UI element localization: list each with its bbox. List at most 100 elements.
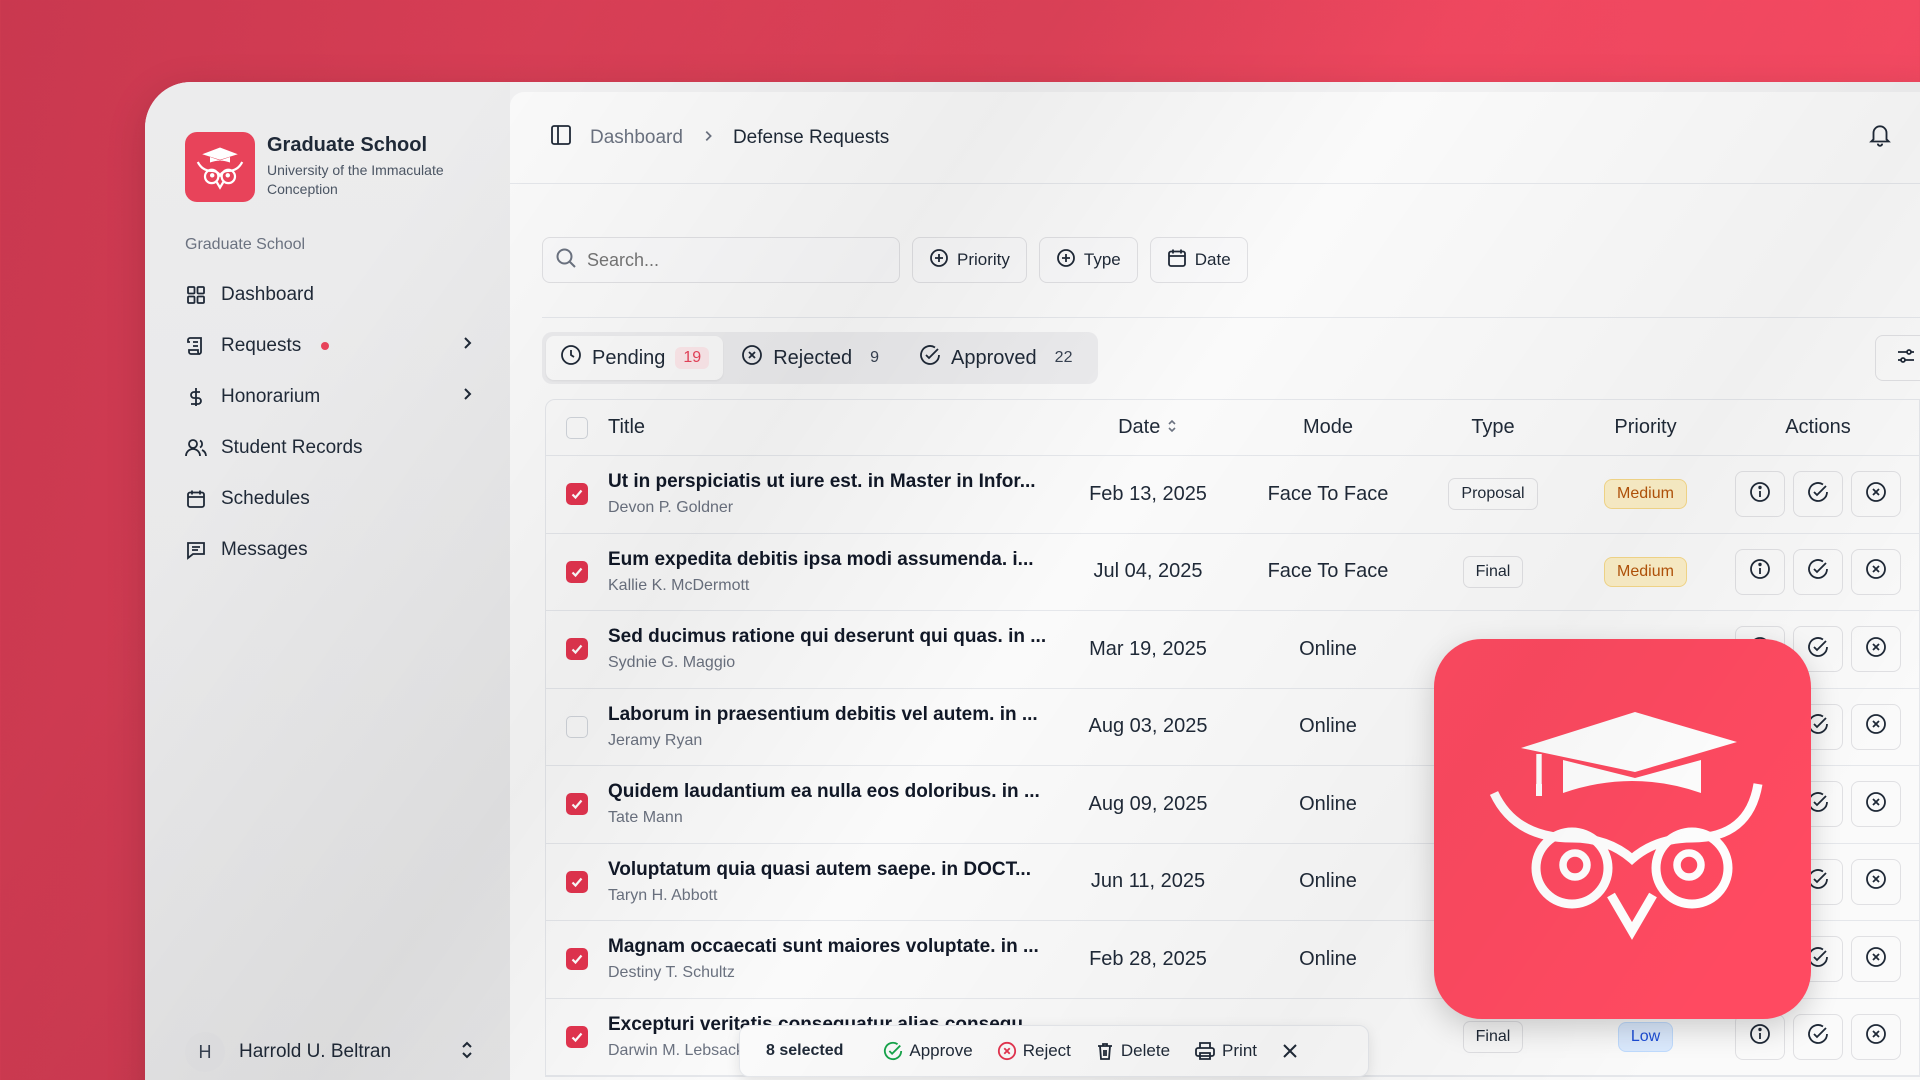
reject-row-button[interactable] bbox=[1851, 936, 1901, 983]
tab-count: 22 bbox=[1054, 349, 1073, 366]
sidebar-item-messages[interactable]: Messages bbox=[185, 524, 475, 575]
check-circle-icon bbox=[1807, 636, 1829, 663]
date-filter-label: Date bbox=[1194, 250, 1231, 269]
trash-icon bbox=[1097, 1043, 1112, 1060]
search-box[interactable] bbox=[542, 237, 900, 283]
request-mode: Online bbox=[1299, 792, 1357, 815]
sort-icon[interactable] bbox=[1166, 416, 1178, 438]
search-icon bbox=[555, 247, 577, 274]
select-all-checkbox[interactable] bbox=[566, 416, 588, 439]
info-button[interactable] bbox=[1735, 548, 1785, 595]
x-circle-icon bbox=[1865, 1023, 1887, 1050]
reject-row-button[interactable] bbox=[1851, 548, 1901, 595]
filter-bar: Priority Type Date bbox=[542, 237, 1248, 283]
request-mode: Online bbox=[1299, 637, 1357, 660]
priority-filter-button[interactable]: Priority bbox=[912, 237, 1027, 283]
row-checkbox[interactable] bbox=[566, 870, 588, 893]
type-badge: Final bbox=[1462, 555, 1524, 588]
row-checkbox[interactable] bbox=[566, 483, 588, 506]
sidebar-item-label: Dashboard bbox=[221, 283, 314, 305]
column-header-actions: Actions bbox=[1785, 416, 1851, 438]
sidebar-item-dashboard[interactable]: Dashboard bbox=[185, 269, 475, 320]
chevron-right-icon[interactable] bbox=[459, 386, 475, 408]
row-checkbox[interactable] bbox=[566, 793, 588, 816]
sidebar-item-requests[interactable]: Requests bbox=[185, 320, 475, 371]
clock-icon bbox=[560, 344, 582, 372]
chevron-right-icon[interactable] bbox=[459, 335, 475, 357]
type-badge: Proposal bbox=[1448, 478, 1538, 511]
reject-row-button[interactable] bbox=[1851, 1013, 1901, 1060]
approve-button[interactable]: Approve bbox=[883, 1041, 973, 1061]
approve-row-button[interactable] bbox=[1793, 548, 1843, 595]
column-header-date[interactable]: Date bbox=[1058, 416, 1238, 439]
tab-label: Rejected bbox=[773, 346, 853, 369]
tab-label: Pending bbox=[592, 346, 666, 369]
reject-row-button[interactable] bbox=[1851, 703, 1901, 750]
sidebar-item-student-records[interactable]: Student Records bbox=[185, 422, 475, 473]
reject-row-button[interactable] bbox=[1851, 781, 1901, 828]
brand-subtitle: University of the Immaculate Conception bbox=[267, 162, 444, 197]
row-checkbox[interactable] bbox=[566, 560, 588, 583]
breadcrumb-root[interactable]: Dashboard bbox=[590, 127, 683, 149]
type-filter-button[interactable]: Type bbox=[1038, 237, 1138, 283]
request-title[interactable]: Eum expedita debitis ipsa modi assumenda… bbox=[608, 549, 1048, 571]
info-button[interactable] bbox=[1735, 1013, 1785, 1060]
sidebar-item-honorarium[interactable]: Honorarium bbox=[185, 371, 475, 422]
close-selection-button[interactable] bbox=[1281, 1042, 1299, 1060]
x-circle-icon bbox=[1865, 481, 1887, 508]
sidebar-toggle-icon[interactable] bbox=[550, 124, 572, 152]
reject-row-button[interactable] bbox=[1851, 858, 1901, 905]
type-badge: Final bbox=[1462, 1020, 1524, 1053]
request-date: Feb 28, 2025 bbox=[1089, 947, 1207, 970]
users-icon bbox=[185, 437, 207, 459]
request-mode: Online bbox=[1299, 870, 1357, 893]
request-author: Tate Mann bbox=[608, 809, 683, 827]
request-title[interactable]: Ut in perspiciatis ut iure est. in Maste… bbox=[608, 471, 1048, 493]
table-row[interactable]: Eum expedita debitis ipsa modi assumenda… bbox=[546, 534, 1919, 611]
priority-badge: Medium bbox=[1604, 556, 1687, 587]
column-header-mode: Mode bbox=[1302, 416, 1354, 438]
approve-row-button[interactable] bbox=[1793, 1013, 1843, 1060]
approve-row-button[interactable] bbox=[1793, 471, 1843, 518]
reject-row-button[interactable] bbox=[1851, 626, 1901, 673]
chevron-up-down-icon[interactable] bbox=[459, 1040, 475, 1065]
tab-pending[interactable]: Pending 19 bbox=[546, 336, 724, 380]
request-title[interactable]: Voluptatum quia quasi autem saepe. in DO… bbox=[608, 859, 1048, 881]
request-title[interactable]: Quidem laudantium ea nulla eos doloribus… bbox=[608, 781, 1048, 803]
priority-filter-label: Priority bbox=[957, 250, 1010, 269]
brand[interactable]: Graduate School University of the Immacu… bbox=[185, 132, 467, 202]
delete-label: Delete bbox=[1120, 1041, 1171, 1060]
column-settings-button[interactable] bbox=[1875, 335, 1920, 381]
delete-button[interactable]: Delete bbox=[1095, 1041, 1170, 1061]
request-date: Feb 13, 2025 bbox=[1089, 482, 1207, 505]
tab-approved[interactable]: Approved 22 bbox=[905, 336, 1094, 380]
bell-icon[interactable] bbox=[1867, 122, 1893, 154]
request-date: Mar 19, 2025 bbox=[1089, 637, 1207, 660]
sidebar-item-schedules[interactable]: Schedules bbox=[185, 473, 475, 524]
request-author: Jeramy Ryan bbox=[608, 731, 703, 749]
row-checkbox[interactable] bbox=[566, 948, 588, 971]
row-checkbox[interactable] bbox=[566, 715, 588, 738]
row-checkbox[interactable] bbox=[566, 638, 588, 661]
table-row[interactable]: Ut in perspiciatis ut iure est. in Maste… bbox=[546, 456, 1919, 534]
print-button[interactable]: Print bbox=[1194, 1041, 1257, 1061]
request-title[interactable]: Laborum in praesentium debitis vel autem… bbox=[608, 704, 1048, 726]
user-menu[interactable]: H Harrold U. Beltran bbox=[185, 1032, 475, 1072]
tab-rejected[interactable]: Rejected 9 bbox=[727, 336, 901, 380]
sidebar-item-label: Messages bbox=[221, 538, 308, 560]
column-header-date-label: Date bbox=[1118, 416, 1161, 438]
tab-label: Approved bbox=[951, 346, 1037, 369]
row-checkbox[interactable] bbox=[566, 1025, 588, 1048]
request-date: Jul 04, 2025 bbox=[1093, 560, 1203, 583]
avatar: H bbox=[185, 1032, 225, 1072]
search-input[interactable] bbox=[587, 249, 877, 271]
sidebar-item-label: Honorarium bbox=[221, 385, 321, 407]
request-title[interactable]: Magnam occaecati sunt maiores voluptate.… bbox=[608, 936, 1048, 958]
plus-circle-icon bbox=[1056, 248, 1076, 273]
info-button[interactable] bbox=[1735, 471, 1785, 518]
date-filter-button[interactable]: Date bbox=[1149, 237, 1248, 283]
reject-button[interactable]: Reject bbox=[997, 1041, 1071, 1061]
request-title[interactable]: Sed ducimus ratione qui deserunt qui qua… bbox=[608, 626, 1048, 648]
request-date: Jun 11, 2025 bbox=[1090, 870, 1206, 893]
reject-row-button[interactable] bbox=[1851, 471, 1901, 518]
